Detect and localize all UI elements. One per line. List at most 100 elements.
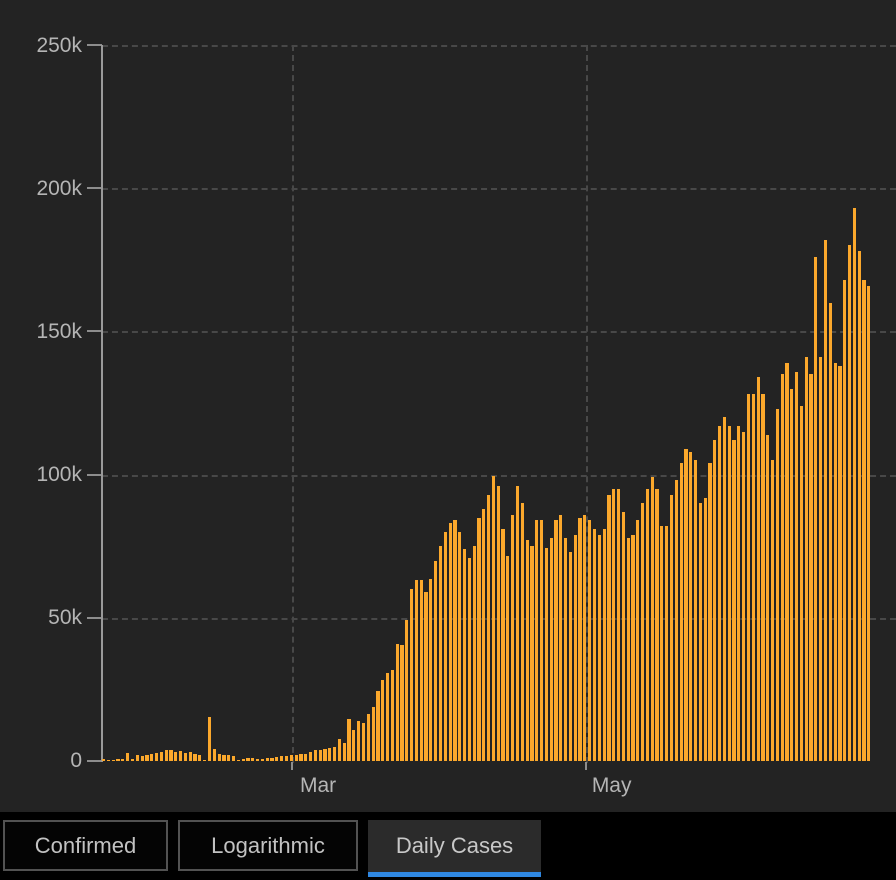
daily-cases-bar[interactable]: [603, 529, 606, 761]
daily-cases-bar[interactable]: [641, 503, 644, 761]
daily-cases-bar[interactable]: [405, 620, 408, 761]
daily-cases-bar[interactable]: [487, 495, 490, 761]
tab-confirmed[interactable]: Confirmed: [3, 820, 168, 871]
daily-cases-bar[interactable]: [785, 363, 788, 761]
daily-cases-bar[interactable]: [617, 489, 620, 761]
daily-cases-bar[interactable]: [290, 755, 293, 761]
daily-cases-bar[interactable]: [266, 758, 269, 761]
daily-cases-bar[interactable]: [627, 538, 630, 761]
daily-cases-bar[interactable]: [193, 754, 196, 761]
daily-cases-bar[interactable]: [766, 435, 769, 761]
daily-cases-bar[interactable]: [463, 549, 466, 761]
daily-cases-bar[interactable]: [280, 756, 283, 761]
daily-cases-bar[interactable]: [583, 515, 586, 761]
daily-cases-bar[interactable]: [526, 540, 529, 761]
daily-cases-bar[interactable]: [256, 759, 259, 761]
daily-cases-bar[interactable]: [458, 532, 461, 761]
daily-cases-bar[interactable]: [718, 426, 721, 761]
daily-cases-bar[interactable]: [150, 754, 153, 761]
daily-cases-bar[interactable]: [752, 394, 755, 761]
daily-cases-bar[interactable]: [607, 495, 610, 761]
daily-cases-bar[interactable]: [420, 580, 423, 761]
daily-cases-bar[interactable]: [564, 538, 567, 761]
bar-series[interactable]: [102, 45, 873, 761]
daily-cases-bar[interactable]: [655, 489, 658, 761]
daily-cases-bar[interactable]: [593, 529, 596, 761]
daily-cases-bar[interactable]: [737, 426, 740, 761]
daily-cases-bar[interactable]: [391, 670, 394, 761]
daily-cases-bar[interactable]: [198, 755, 201, 761]
daily-cases-bar[interactable]: [444, 532, 447, 761]
daily-cases-bar[interactable]: [578, 518, 581, 761]
daily-cases-bar[interactable]: [367, 714, 370, 761]
daily-cases-bar[interactable]: [160, 752, 163, 761]
daily-cases-bar[interactable]: [352, 730, 355, 762]
daily-cases-bar[interactable]: [732, 440, 735, 761]
daily-cases-bar[interactable]: [834, 363, 837, 761]
daily-cases-bar[interactable]: [396, 644, 399, 761]
daily-cases-bar[interactable]: [550, 538, 553, 761]
daily-cases-bar[interactable]: [713, 440, 716, 761]
daily-cases-bar[interactable]: [588, 520, 591, 761]
daily-cases-bar[interactable]: [699, 503, 702, 761]
tab-logarithmic[interactable]: Logarithmic: [178, 820, 358, 871]
daily-cases-bar[interactable]: [121, 759, 124, 761]
daily-cases-bar[interactable]: [112, 760, 115, 761]
daily-cases-bar[interactable]: [184, 753, 187, 761]
daily-cases-bar[interactable]: [102, 759, 105, 761]
daily-cases-bar[interactable]: [665, 526, 668, 761]
daily-cases-bar[interactable]: [237, 760, 240, 761]
daily-cases-bar[interactable]: [848, 245, 851, 761]
daily-cases-bar[interactable]: [862, 280, 865, 761]
daily-cases-bar[interactable]: [689, 452, 692, 761]
daily-cases-bar[interactable]: [511, 515, 514, 761]
daily-cases-bar[interactable]: [530, 546, 533, 761]
daily-cases-bar[interactable]: [776, 409, 779, 761]
daily-cases-bar[interactable]: [174, 752, 177, 761]
daily-cases-bar[interactable]: [309, 752, 312, 761]
daily-cases-bar[interactable]: [116, 759, 119, 761]
daily-cases-bar[interactable]: [434, 561, 437, 761]
daily-cases-bar[interactable]: [843, 280, 846, 761]
daily-cases-bar[interactable]: [145, 755, 148, 761]
daily-cases-bar[interactable]: [800, 406, 803, 761]
daily-cases-bar[interactable]: [684, 449, 687, 761]
daily-cases-bar[interactable]: [227, 755, 230, 761]
daily-cases-bar[interactable]: [757, 377, 760, 761]
daily-cases-bar[interactable]: [742, 432, 745, 761]
daily-cases-bar[interactable]: [107, 760, 110, 761]
daily-cases-bar[interactable]: [805, 357, 808, 761]
daily-cases-bar[interactable]: [838, 366, 841, 761]
daily-cases-bar[interactable]: [169, 750, 172, 761]
daily-cases-bar[interactable]: [232, 756, 235, 761]
daily-cases-bar[interactable]: [477, 518, 480, 761]
daily-cases-bar[interactable]: [242, 759, 245, 761]
daily-cases-bar[interactable]: [761, 394, 764, 761]
daily-cases-bar[interactable]: [372, 707, 375, 761]
daily-cases-bar[interactable]: [439, 546, 442, 761]
daily-cases-bar[interactable]: [453, 520, 456, 761]
daily-cases-bar[interactable]: [636, 520, 639, 761]
daily-cases-bar[interactable]: [347, 719, 350, 761]
daily-cases-bar[interactable]: [501, 529, 504, 761]
daily-cases-bar[interactable]: [314, 750, 317, 761]
daily-cases-bar[interactable]: [670, 495, 673, 761]
daily-cases-bar[interactable]: [319, 750, 322, 761]
daily-cases-bar[interactable]: [540, 520, 543, 761]
daily-cases-bar[interactable]: [275, 757, 278, 761]
daily-cases-bar[interactable]: [535, 520, 538, 761]
daily-cases-bar[interactable]: [853, 208, 856, 761]
daily-cases-bar[interactable]: [559, 515, 562, 761]
daily-cases-bar[interactable]: [285, 756, 288, 761]
daily-cases-bar[interactable]: [357, 721, 360, 761]
daily-cases-bar[interactable]: [468, 558, 471, 761]
tab-daily-cases[interactable]: Daily Cases: [368, 820, 541, 877]
daily-cases-bar[interactable]: [728, 426, 731, 761]
daily-cases-bar[interactable]: [304, 754, 307, 761]
daily-cases-bar[interactable]: [270, 758, 273, 761]
daily-cases-bar[interactable]: [126, 753, 129, 761]
daily-cases-bar[interactable]: [781, 374, 784, 761]
daily-cases-bar[interactable]: [492, 476, 495, 761]
daily-cases-bar[interactable]: [516, 486, 519, 761]
daily-cases-bar[interactable]: [545, 548, 548, 761]
